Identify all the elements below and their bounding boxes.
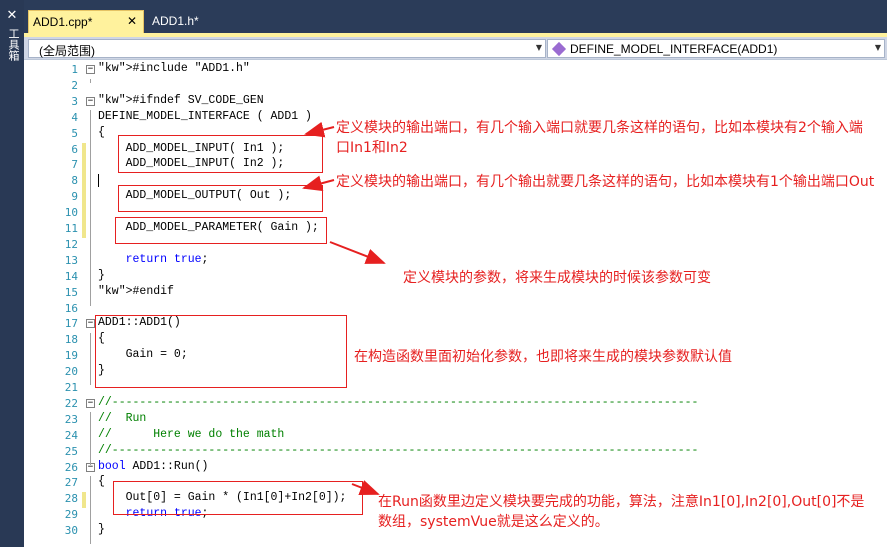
code-line[interactable]: //--------------------------------------… xyxy=(98,396,698,409)
document-tab-strip: ADD1.cpp* ✕ ADD1.h* xyxy=(24,0,887,37)
code-line[interactable]: } xyxy=(98,523,105,536)
text-caret xyxy=(98,174,99,188)
code-line[interactable]: { xyxy=(98,126,105,139)
line-number: 1 xyxy=(71,63,78,76)
line-number: 16 xyxy=(64,301,78,315)
line-number: 29 xyxy=(64,508,78,522)
line-number: 7 xyxy=(71,158,78,172)
line-number: 12 xyxy=(64,237,78,251)
line-number: 15 xyxy=(64,285,78,299)
line-number: 2 xyxy=(71,78,78,92)
inputs-highlight-box xyxy=(118,135,323,173)
tab-close-icon[interactable]: ✕ xyxy=(127,14,137,28)
fold-toggle-icon[interactable]: − xyxy=(86,398,95,408)
line-number: 8 xyxy=(71,174,78,188)
method-icon xyxy=(551,41,567,57)
scope-dropdown-value: (全局范围) xyxy=(39,44,95,58)
parameter-annotation: 定义模块的参数，将来生成模块的时候该参数可变 xyxy=(403,270,711,286)
code-line[interactable]: // Here we do the math xyxy=(98,428,284,441)
code-line[interactable]: bool ADD1::Run() xyxy=(98,460,208,473)
line-number: 5 xyxy=(71,126,78,140)
member-dropdown-value: DEFINE_MODEL_INTERFACE(ADD1) xyxy=(570,42,778,56)
line-number: 9 xyxy=(71,190,78,204)
code-line[interactable]: { xyxy=(98,475,105,488)
constructor-annotation: 在构造函数里面初始化参数，也即将来生成的模块参数默认值 xyxy=(354,349,732,365)
fold-guide-line xyxy=(90,78,91,84)
line-number-gutter: 1 2 3 4 5 6 7 8 9 10 11 12 13 14 15 16 17 18 19 20 21 22 23 24 2… xyxy=(24,60,80,547)
tab-add1-cpp-label: ADD1.cpp* xyxy=(33,15,93,29)
outputs-annotation: 定义模块的输出端口，有几个输出就要几条这样的语句，比如本模块有1个输出端口Out xyxy=(336,174,875,190)
fold-guide-line xyxy=(90,110,91,306)
line-number: 11 xyxy=(64,222,78,235)
tab-add1-h[interactable]: ADD1.h* xyxy=(148,10,218,34)
output-highlight-box xyxy=(118,185,323,212)
chevron-down-icon: ▼ xyxy=(535,43,542,52)
tab-add1-cpp[interactable]: ADD1.cpp* ✕ xyxy=(28,10,144,34)
code-line[interactable]: // Run xyxy=(98,412,146,425)
tab-add1-h-label: ADD1.h* xyxy=(152,14,199,28)
code-line[interactable]: } xyxy=(98,269,105,282)
constructor-highlight-box xyxy=(95,315,347,388)
fold-guide-line xyxy=(90,476,91,545)
line-number: 25 xyxy=(64,444,78,458)
modified-line-marker xyxy=(82,492,86,509)
chevron-down-icon: ▼ xyxy=(874,43,881,52)
toolbox-pin-icon[interactable]: ✕ xyxy=(4,8,20,24)
line-number: 22 xyxy=(64,396,78,410)
member-dropdown[interactable]: DEFINE_MODEL_INTERFACE(ADD1) ▼ xyxy=(547,39,885,58)
line-number: 10 xyxy=(64,206,78,220)
navigation-bar: (全局范围) ▼ DEFINE_MODEL_INTERFACE(ADD1) ▼ xyxy=(24,37,887,60)
scope-dropdown[interactable]: (全局范围) ▼ xyxy=(28,39,546,58)
line-number: 24 xyxy=(64,428,78,442)
line-number: 28 xyxy=(64,492,78,506)
code-line[interactable]: //--------------------------------------… xyxy=(98,444,698,457)
fold-toggle-icon[interactable]: − xyxy=(86,65,95,74)
toolbox-panel[interactable]: ✕ 工具箱 xyxy=(0,0,24,547)
code-line[interactable]: return true; xyxy=(98,253,209,266)
toolbox-label[interactable]: 工具箱 xyxy=(4,28,20,61)
line-number: 18 xyxy=(64,333,78,347)
line-number: 14 xyxy=(64,269,78,283)
parameter-highlight-box xyxy=(115,217,327,244)
line-number: 4 xyxy=(71,110,78,124)
fold-guide-line xyxy=(90,412,91,465)
fold-toggle-icon[interactable]: − xyxy=(86,319,95,329)
line-number: 30 xyxy=(64,524,78,538)
code-line[interactable]: "kw">#ifndef SV_CODE_GEN xyxy=(98,94,264,107)
code-line[interactable]: "kw">#include "ADD1.h" xyxy=(98,62,250,75)
line-number: 19 xyxy=(64,349,78,363)
line-number: 6 xyxy=(71,142,78,156)
line-number: 27 xyxy=(64,476,78,490)
inputs-annotation: 定义模块的输出端口，有几个输入端口就要几条这样的语句，比如本模块有2个输入端口I… xyxy=(336,120,863,156)
code-line[interactable]: "kw">#endif xyxy=(98,285,174,298)
line-number: 23 xyxy=(64,412,78,426)
line-number: 3 xyxy=(71,94,78,108)
run-annotation: 在Run函数里边定义模块要完成的功能，算法，注意In1[0],In2[0],Ou… xyxy=(378,494,865,530)
line-number: 17 xyxy=(64,317,78,331)
line-number: 21 xyxy=(64,381,78,394)
line-number: 26 xyxy=(64,460,78,474)
modified-line-marker xyxy=(82,174,86,238)
fold-toggle-icon[interactable]: − xyxy=(86,96,95,106)
code-line[interactable]: DEFINE_MODEL_INTERFACE ( ADD1 ) xyxy=(98,110,312,123)
modified-line-marker xyxy=(82,142,86,175)
fold-guide-line xyxy=(90,332,91,386)
run-highlight-box xyxy=(113,481,363,515)
line-number: 13 xyxy=(64,253,78,267)
line-number: 20 xyxy=(64,365,78,379)
